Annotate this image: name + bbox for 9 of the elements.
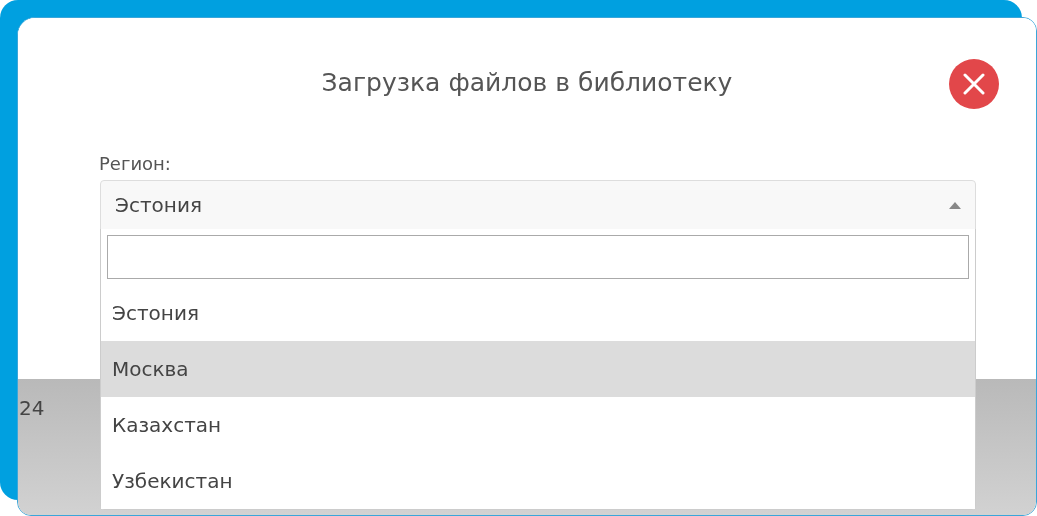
region-select[interactable]: Эстония	[100, 180, 976, 230]
close-icon	[963, 73, 985, 95]
caret-up-icon	[949, 201, 961, 209]
field-label: Регион:	[99, 153, 171, 174]
close-button[interactable]	[949, 59, 999, 109]
background-text: 24	[19, 396, 45, 420]
dialog-title: Загрузка файлов в библиотеку	[321, 67, 733, 100]
dropdown-option[interactable]: Москва	[101, 341, 975, 397]
search-field[interactable]	[107, 235, 969, 279]
